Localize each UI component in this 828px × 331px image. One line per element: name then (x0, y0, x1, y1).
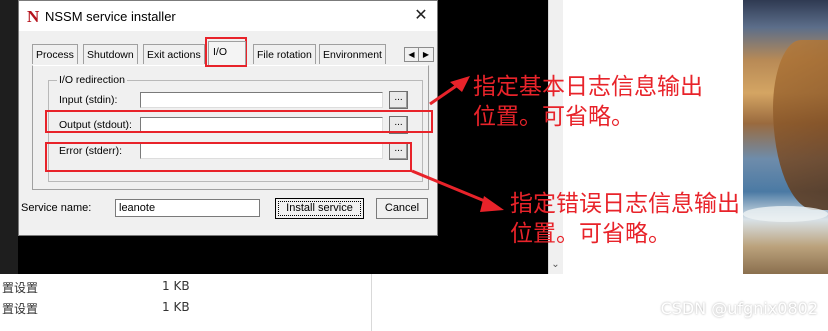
scroll-left-icon[interactable]: ◀ (405, 48, 419, 61)
stdout-highlight (45, 110, 433, 133)
rock-shape (773, 40, 828, 210)
nssm-app-icon: N (27, 7, 40, 26)
service-name-label: Service name: (21, 202, 92, 214)
file-name: 置设置 (2, 302, 39, 316)
csdn-watermark: CSDN @ufgnix0802 (660, 299, 818, 318)
window-title: NSSM service installer (45, 9, 176, 24)
tab-environment[interactable]: Environment (319, 44, 386, 64)
title-bar[interactable]: N NSSM service installer ✕ (19, 1, 437, 31)
file-size: 1 KB (162, 300, 190, 314)
service-name-field[interactable]: leanote (115, 199, 260, 217)
scroll-right-icon[interactable]: ▶ (419, 48, 433, 61)
file-size: 1 KB (162, 279, 190, 293)
tab-exit-actions[interactable]: Exit actions (143, 44, 205, 64)
stderr-annotation: 指定错误日志信息输出 位置。可省略。 (510, 189, 740, 249)
close-icon[interactable]: ✕ (411, 6, 431, 26)
stdout-annotation-line1: 指定基本日志信息输出 (473, 74, 703, 100)
cancel-button[interactable]: Cancel (376, 198, 428, 219)
install-service-label: Install service (278, 201, 361, 216)
stdin-label: Input (stdin): (59, 94, 118, 106)
file-list: 置设置 1 KB 置设置 1 KB (0, 274, 372, 331)
stderr-annotation-line2: 位置。可省略。 (510, 221, 671, 247)
stdout-annotation-line2: 位置。可省略。 (473, 104, 634, 130)
file-name: 置设置 (2, 281, 39, 295)
tab-scroll-buttons: ◀ ▶ (404, 47, 434, 62)
stdin-field[interactable] (140, 92, 383, 108)
side-strip (0, 0, 18, 274)
wave-shape (743, 206, 828, 222)
io-redirection-label: I/O redirection (57, 74, 127, 86)
tab-process[interactable]: Process (32, 44, 78, 64)
stderr-highlight (45, 142, 412, 172)
wallpaper-photo (743, 0, 828, 274)
scroll-down-icon[interactable]: ⌄ (548, 258, 563, 272)
tab-io[interactable]: I/O (208, 41, 246, 65)
install-service-button[interactable]: Install service (275, 198, 364, 219)
tab-file-rotation[interactable]: File rotation (253, 44, 316, 64)
stderr-annotation-line1: 指定错误日志信息输出 (510, 191, 740, 217)
stdout-annotation: 指定基本日志信息输出 位置。可省略。 (473, 72, 703, 132)
stdin-browse-button[interactable]: ... (389, 91, 408, 109)
tab-shutdown[interactable]: Shutdown (83, 44, 138, 64)
